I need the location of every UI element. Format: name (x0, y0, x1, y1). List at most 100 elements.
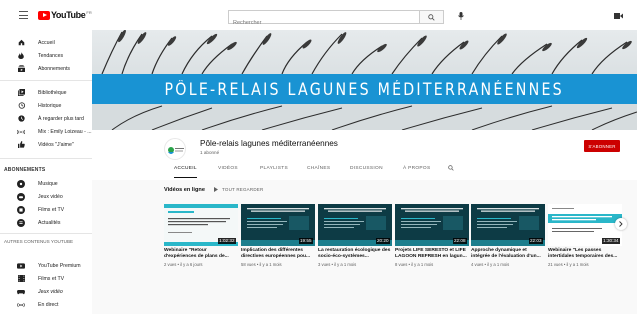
video-title[interactable]: La restauration écologique des socio-éco… (318, 248, 392, 260)
search-box (228, 10, 444, 29)
sidebar-label: À regarder plus tard (38, 115, 84, 122)
sidebar-label: YouTube Premium (38, 262, 81, 269)
play-icon (214, 187, 218, 192)
tab-discussion[interactable]: DISCUSSION (350, 166, 383, 171)
video-card[interactable]: 19:55 Implication des différentes directi… (241, 204, 315, 267)
video-duration: 19:55 (298, 238, 313, 244)
video-title[interactable]: Webinaire "Les passes intertidales tempo… (548, 248, 622, 260)
sidebar-item-trending[interactable]: Tendances (0, 49, 92, 62)
sidebar-label: Vidéos "J'aime" (38, 141, 74, 148)
sidebar: Accueil Tendances Abonnements Bibliothèq… (0, 30, 92, 314)
clock-icon (17, 115, 25, 122)
sidebar-item-liked[interactable]: Vidéos "J'aime" (0, 138, 92, 151)
sidebar-label: Abonnements (38, 65, 71, 72)
logo-country: FR (86, 10, 92, 15)
tab-playlists[interactable]: PLAYLISTS (260, 166, 288, 171)
tab-videos[interactable]: VIDÉOS (218, 166, 238, 171)
sidebar-divider (0, 233, 92, 234)
mix-icon (17, 129, 25, 134)
create-video-icon[interactable] (614, 13, 623, 19)
logo-text: YouTube (51, 10, 86, 20)
sidebar-item-library[interactable]: Bibliothèque (0, 86, 92, 99)
subscribe-button[interactable]: S'ABONNER (584, 140, 620, 152)
video-card[interactable]: 1:30:34 Webinaire "Les passes intertidale… (548, 204, 622, 267)
sidebar-item-watch-later[interactable]: À regarder plus tard (0, 112, 92, 125)
video-meta: 3 vues • il y a 1 mois (318, 261, 357, 267)
gaming-icon (17, 289, 25, 294)
sidebar-item-history[interactable]: Historique (0, 99, 92, 112)
sidebar-item-news[interactable]: Actualités (0, 216, 92, 229)
search-button[interactable] (419, 11, 443, 23)
video-title[interactable]: Implication des différentes directives e… (241, 248, 315, 260)
sidebar-item-more-gaming[interactable]: Jeux vidéo (0, 285, 92, 298)
sidebar-label: Jeux vidéo (38, 193, 63, 200)
sidebar-label: Bibliothèque (38, 89, 67, 96)
sidebar-item-mix[interactable]: Mix : Emily Loizeau - ... (0, 125, 92, 138)
sidebar-label: Jeux vidéo (38, 288, 63, 295)
video-duration: 1:02:32 (217, 238, 236, 244)
channel-avatar[interactable] (164, 138, 186, 160)
sidebar-item-premium[interactable]: YouTube Premium (0, 259, 92, 272)
video-title[interactable]: Webinaire "Retour d'expériences de plans… (164, 248, 238, 260)
channel-search-icon[interactable] (448, 165, 454, 171)
tab-about[interactable]: À PROPOS (403, 166, 430, 171)
video-meta: 4 vues • il y a 1 mois (471, 261, 510, 267)
tab-home[interactable]: ACCUEIL (174, 166, 197, 178)
youtube-premium-icon (17, 262, 25, 269)
sidebar-label: Historique (38, 102, 62, 109)
video-card[interactable]: 22:08 Projets LIFE SERESTO et LIFE LAGOON… (395, 204, 469, 267)
channel-name: Pôle-relais lagunes méditerranéennes (200, 139, 338, 148)
sidebar-item-films[interactable]: Films et TV (0, 203, 92, 216)
sidebar-item-home[interactable]: Accueil (0, 36, 92, 49)
banner-title-bar: PÔLE-RELAIS LAGUNES MÉDITERRANÉENNES (92, 74, 637, 104)
sidebar-label: Films et TV (38, 275, 65, 282)
microphone-icon[interactable] (458, 12, 464, 20)
tab-channels[interactable]: CHAÎNES (307, 166, 330, 171)
channel-tabs: ACCUEIL VIDÉOS PLAYLISTS CHAÎNES DISCUSS… (92, 160, 637, 180)
video-duration: 20:20 (375, 238, 390, 244)
video-thumbnail[interactable]: 22:08 (395, 204, 469, 246)
video-duration: 22:08 (452, 238, 467, 244)
news-icon (17, 218, 25, 227)
video-thumbnail[interactable]: 22:03 (471, 204, 545, 246)
sidebar-label: Musique (38, 180, 58, 187)
video-duration: 1:30:34 (601, 238, 620, 244)
video-title[interactable]: Approche dynamique et intégrée de l'éval… (471, 248, 545, 260)
video-card[interactable]: 22:03 Approche dynamique et intégrée de l… (471, 204, 545, 267)
library-icon (17, 89, 25, 96)
next-videos-button[interactable] (615, 218, 627, 230)
sidebar-label: Mix : Emily Loizeau - ... (38, 128, 92, 135)
gaming-icon (17, 192, 25, 201)
search-input[interactable] (229, 17, 417, 29)
play-all-button[interactable]: TOUT REGARDER (214, 187, 263, 192)
video-meta: 58 vues • il y a 1 mois (241, 261, 282, 267)
subscriptions-icon (17, 65, 25, 72)
sidebar-item-subscriptions[interactable]: Abonnements (0, 62, 92, 75)
menu-icon[interactable] (19, 11, 28, 19)
video-card[interactable]: 20:20 La restauration écologique des soci… (318, 204, 392, 267)
subscriber-count: 1 abonné (200, 150, 220, 155)
history-icon (18, 102, 25, 109)
banner-title: PÔLE-RELAIS LAGUNES MÉDITERRANÉENNES (164, 79, 565, 99)
video-thumbnail[interactable]: 19:55 (241, 204, 315, 246)
video-thumbnail[interactable]: 20:20 (318, 204, 392, 246)
chevron-right-icon (619, 221, 623, 227)
video-meta: 8 vues • il y a 1 mois (395, 261, 434, 267)
sidebar-item-gaming[interactable]: Jeux vidéo (0, 190, 92, 203)
sidebar-item-music[interactable]: Musique (0, 177, 92, 190)
top-bar: YouTube FR (0, 0, 637, 30)
video-meta: 2 vues • il y a 6 jours (164, 261, 203, 267)
home-icon (18, 39, 24, 46)
video-thumbnail[interactable]: 1:02:32 (164, 204, 238, 246)
video-title[interactable]: Projets LIFE SERESTO et LIFE LAGOON REFR… (395, 248, 469, 260)
sidebar-item-more-films[interactable]: Films et TV (0, 272, 92, 285)
video-duration: 22:03 (528, 238, 543, 244)
youtube-logo[interactable]: YouTube FR (38, 10, 92, 20)
video-card[interactable]: 1:02:32 Webinaire "Retour d'expériences d… (164, 204, 238, 267)
sidebar-label: Tendances (38, 52, 64, 59)
video-thumbnail[interactable]: 1:30:34 (548, 204, 622, 246)
sidebar-label: Actualités (38, 219, 61, 226)
sidebar-label: Accueil (38, 39, 55, 46)
sidebar-item-live[interactable]: En direct (0, 298, 92, 311)
sidebar-divider (0, 158, 92, 159)
